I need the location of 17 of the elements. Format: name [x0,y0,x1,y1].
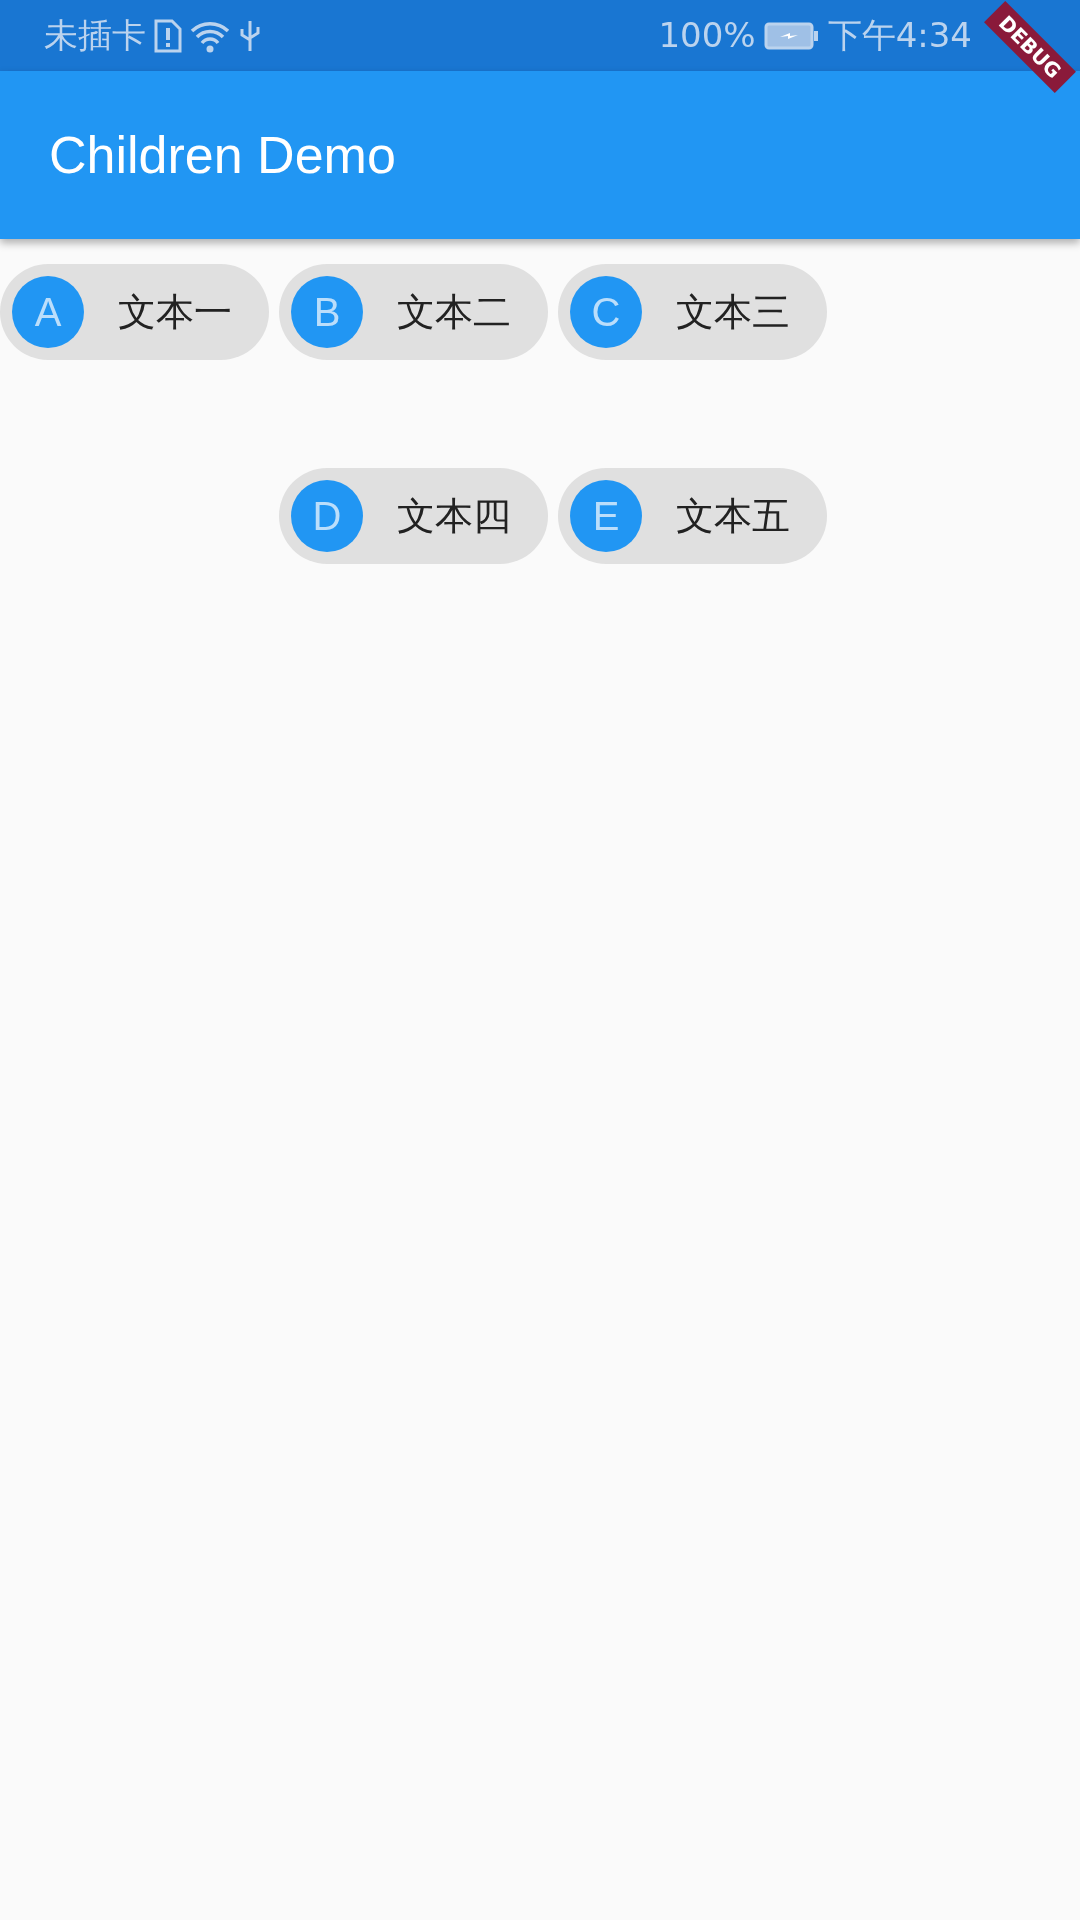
carrier-text: 未插卡 [44,14,146,57]
avatar: D [291,480,363,552]
avatar: C [570,276,642,348]
usb-icon [238,18,262,53]
chip[interactable]: B 文本二 [279,264,548,360]
avatar: E [570,480,642,552]
sim-alert-icon [154,18,182,53]
chip[interactable]: D 文本四 [279,468,548,564]
avatar: B [291,276,363,348]
time-text: 下午4:34 [827,14,972,57]
chip[interactable]: C 文本三 [558,264,827,360]
app-title: Children Demo [49,125,396,186]
battery-text: 100% [658,14,756,57]
chip[interactable]: E 文本五 [558,468,827,564]
battery-icon [763,21,820,50]
avatar: A [12,276,84,348]
chip[interactable]: A 文本一 [0,264,269,360]
